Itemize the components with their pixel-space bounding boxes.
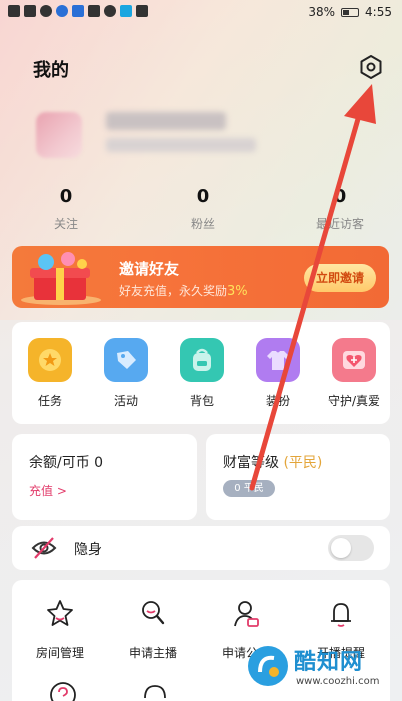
recharge-link[interactable]: 充值 > <box>29 482 67 499</box>
status-bar: 38% 4:55 <box>0 0 402 26</box>
watermark: 酷知网 www.coozhi.com <box>246 638 402 698</box>
tool-label: 申请主播 <box>128 646 177 660</box>
feedback-icon[interactable] <box>140 680 170 701</box>
shield-icon <box>104 5 116 17</box>
app-notify-icon <box>56 5 68 17</box>
grid-item-dressup[interactable]: 装扮 <box>243 338 313 409</box>
bell-icon <box>331 603 351 627</box>
sim-card-icon <box>8 5 20 17</box>
username-blurred <box>106 112 226 130</box>
invite-button[interactable]: 立即邀请 <box>304 264 376 292</box>
watermark-name: 酷知网 <box>294 650 364 675</box>
level-title: 财富等级 (平民) <box>223 452 322 472</box>
grid-label: 守护/真爱 <box>327 394 381 408</box>
star-outline-icon <box>47 600 73 626</box>
battery-percent: 38% <box>308 5 336 19</box>
balance-title: 余额/可币 0 <box>29 455 104 471</box>
stat-number: 0 <box>333 186 347 207</box>
banner-title: 邀请好友 <box>119 260 180 278</box>
banner-percent: 3% <box>227 284 248 299</box>
invite-banner[interactable]: 邀请好友 好友充值，永久奖励3% 立即邀请 <box>12 246 389 308</box>
balance-card[interactable]: 余额/可币 0 充值 > <box>12 434 197 520</box>
mail-icon <box>88 5 100 17</box>
signal-icon <box>24 5 36 17</box>
grid-label: 背包 <box>189 394 214 408</box>
avatar[interactable] <box>36 112 82 158</box>
grid-label: 活动 <box>113 394 138 408</box>
stats-row: 0 关注 0 粉丝 0 最近访客 <box>0 186 402 236</box>
tool-room-management[interactable]: 房间管理 <box>15 598 105 661</box>
stat-label: 最近访客 <box>315 217 364 231</box>
battery-icon <box>341 7 360 17</box>
shirt-icon <box>256 338 300 382</box>
backpack-icon <box>180 338 224 382</box>
stat-following[interactable]: 0 关注 <box>26 186 106 232</box>
userid-blurred <box>106 138 256 152</box>
watermark-logo-icon <box>248 646 288 686</box>
tag-icon <box>104 338 148 382</box>
tool-apply-host[interactable]: 申请主播 <box>108 598 198 661</box>
eye-off-icon <box>31 537 57 559</box>
star-badge-icon <box>28 338 72 382</box>
stat-label: 关注 <box>53 217 78 231</box>
stat-visitors[interactable]: 0 最近访客 <box>300 186 380 232</box>
grid-item-guard[interactable]: 守护/真爱 <box>319 338 389 409</box>
settings-icon[interactable] <box>358 54 384 80</box>
search-badge-icon <box>142 601 165 625</box>
grid-item-backpack[interactable]: 背包 <box>167 338 237 409</box>
wifi-icon <box>40 5 52 17</box>
tool-label: 房间管理 <box>35 646 84 660</box>
wealth-level-card[interactable]: 财富等级 (平民) 0 平民 <box>206 434 390 520</box>
page-title: 我的 <box>33 60 69 81</box>
stat-fans[interactable]: 0 粉丝 <box>163 186 243 232</box>
invisible-toggle[interactable] <box>328 535 374 561</box>
grid-item-events[interactable]: 活动 <box>91 338 161 409</box>
invisible-label: 隐身 <box>74 542 102 558</box>
help-icon[interactable] <box>48 680 78 701</box>
grid-label: 任务 <box>37 394 62 408</box>
level-title-text: 财富等级 <box>223 455 279 471</box>
feature-grid: 任务 活动 背包 装扮 守护/真爱 <box>12 322 390 424</box>
level-badge: 0 平民 <box>223 480 275 497</box>
grid-item-tasks[interactable]: 任务 <box>15 338 85 409</box>
watermark-url: www.coozhi.com <box>296 676 380 687</box>
heart-plus-icon <box>332 338 376 382</box>
user-card-icon <box>234 601 259 627</box>
banner-subtitle-text: 好友充值，永久奖励 <box>119 284 228 298</box>
banner-subtitle: 好友充值，永久奖励3% <box>119 282 248 299</box>
more-notify-icon <box>136 5 148 17</box>
app-notify-icon-3 <box>120 5 132 17</box>
grid-label: 装扮 <box>265 394 290 408</box>
gift-box-icon <box>21 252 101 305</box>
invisible-row: 隐身 <box>12 526 390 570</box>
stat-label: 粉丝 <box>190 217 215 231</box>
level-tag: (平民) <box>283 455 323 471</box>
stat-number: 0 <box>59 186 73 207</box>
stat-number: 0 <box>196 186 210 207</box>
app-notify-icon-2 <box>72 5 84 17</box>
clock: 4:55 <box>365 5 392 19</box>
